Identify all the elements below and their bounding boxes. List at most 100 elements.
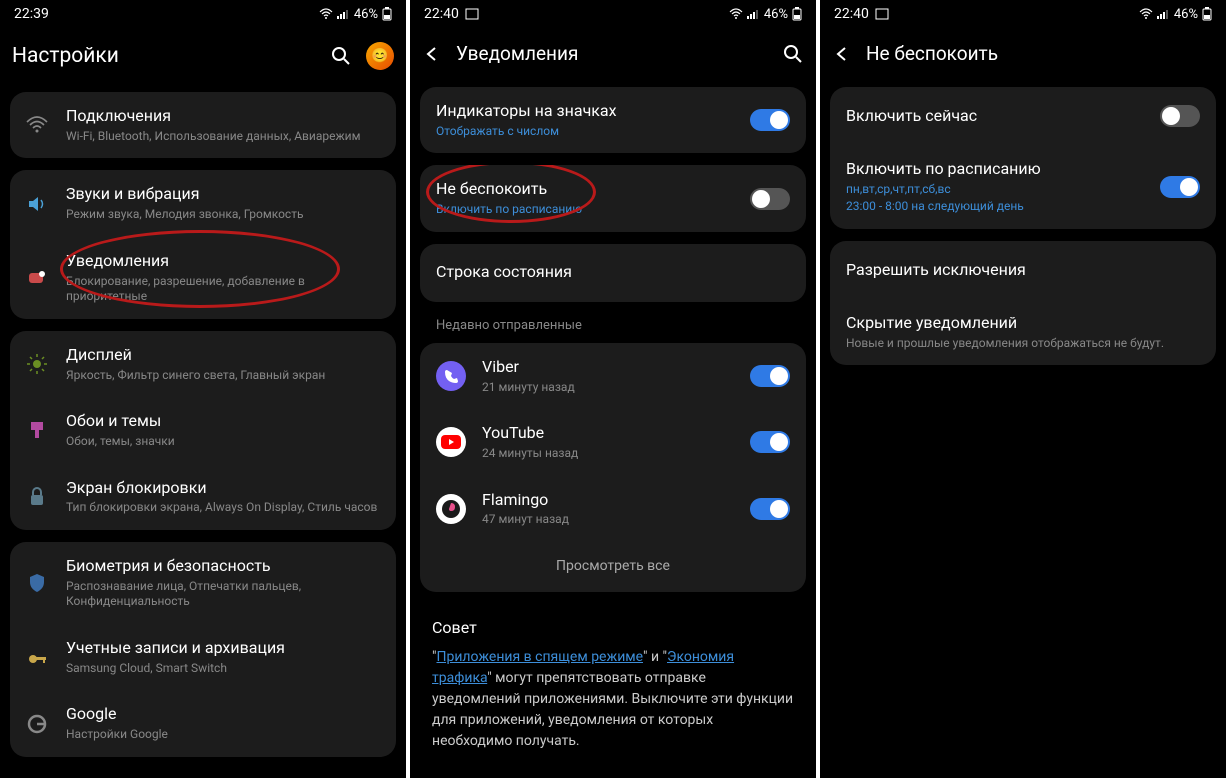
- label: Подключения: [66, 106, 380, 127]
- app-sub: 21 минуту назад: [482, 380, 734, 396]
- app-name: Viber: [482, 357, 734, 378]
- label: Учетные записи и архивация: [66, 638, 380, 659]
- label: Разрешить исключения: [846, 260, 1200, 281]
- tip-link-sleep[interactable]: Приложения в спящем режиме: [436, 649, 643, 665]
- status-right: 46%: [729, 7, 802, 22]
- tip-title: Совет: [432, 618, 794, 637]
- row-enable-now[interactable]: Включить сейчас: [830, 87, 1216, 145]
- row-notifications[interactable]: УведомленияБлокирование, разрешение, доб…: [10, 237, 396, 319]
- group-sound-notif: Звуки и вибрацияРежим звука, Мелодия зво…: [10, 170, 396, 318]
- label: Дисплей: [66, 345, 380, 366]
- row-hide-notifications[interactable]: Скрытие уведомленийНовые и прошлые уведо…: [830, 299, 1216, 365]
- label: Скрытие уведомлений: [846, 313, 1200, 334]
- app-name: Flamingo: [482, 490, 734, 511]
- group-statusbar: Строка состояния: [420, 244, 806, 302]
- sub: Samsung Cloud, Smart Switch: [66, 661, 380, 677]
- signal-icon: [336, 8, 350, 20]
- sub: Блокирование, разрешение, добавление в п…: [66, 274, 380, 305]
- row-app-youtube[interactable]: YouTube 24 минуты назад: [420, 409, 806, 475]
- tip-body: "Приложения в спящем режиме" и "Экономия…: [432, 647, 794, 752]
- battery-icon: [792, 7, 802, 21]
- battery-text: 46%: [354, 7, 378, 22]
- wifi-icon: [729, 8, 743, 20]
- row-google[interactable]: Google Настройки Google: [10, 690, 396, 756]
- group-indicators: Индикаторы на значкахОтображать с числом: [420, 87, 806, 153]
- sub: Обои, темы, значки: [66, 434, 380, 450]
- shield-icon: [24, 570, 50, 596]
- label: Биометрия и безопасность: [66, 556, 380, 577]
- label: Не беспокоить: [436, 179, 734, 200]
- row-lockscreen[interactable]: Экран блокировкиТип блокировки экрана, A…: [10, 464, 396, 530]
- row-app-viber[interactable]: Viber 21 минуту назад: [420, 343, 806, 409]
- status-icons: [1139, 8, 1170, 20]
- toggle-youtube[interactable]: [750, 431, 790, 453]
- app-sub: 24 минуты назад: [482, 446, 734, 462]
- screen-notifications: 22:40 46% Уведомления Индикаторы на знач…: [410, 0, 816, 778]
- row-sounds[interactable]: Звуки и вибрацияРежим звука, Мелодия зво…: [10, 170, 396, 236]
- search-icon[interactable]: [330, 45, 352, 67]
- sub: Включить по расписанию: [436, 202, 734, 218]
- row-badge-indicators[interactable]: Индикаторы на значкахОтображать с числом: [420, 87, 806, 153]
- paint-icon: [24, 417, 50, 443]
- avatar[interactable]: 😊: [366, 42, 394, 70]
- row-display[interactable]: Дисплей Яркость, Фильтр синего света, Гла…: [10, 331, 396, 397]
- search-icon[interactable]: [782, 43, 804, 65]
- status-time: 22:40: [424, 6, 459, 22]
- toggle-viber[interactable]: [750, 365, 790, 387]
- sound-icon: [24, 191, 50, 217]
- row-connections[interactable]: Подключения Wi-Fi, Bluetooth, Использован…: [10, 92, 396, 158]
- toggle-enable-now[interactable]: [1160, 105, 1200, 127]
- wifi-icon: [24, 112, 50, 138]
- toggle-indicators[interactable]: [750, 109, 790, 131]
- row-app-flamingo[interactable]: Flamingo47 минут назад: [420, 476, 806, 542]
- toggle-dnd[interactable]: [750, 188, 790, 210]
- app-sub: 47 минут назад: [482, 512, 734, 528]
- header: Не беспокоить: [820, 28, 1226, 81]
- recent-header: Недавно отправленные: [410, 308, 816, 337]
- battery-text: 46%: [764, 7, 788, 22]
- row-dnd[interactable]: Не беспокоить Включить по расписанию: [420, 165, 806, 231]
- lock-icon: [24, 484, 50, 510]
- back-icon[interactable]: [832, 44, 852, 64]
- sub: Яркость, Фильтр синего света, Главный эк…: [66, 368, 380, 384]
- toggle-schedule[interactable]: [1160, 176, 1200, 198]
- row-biometrics[interactable]: Биометрия и безопасностьРаспознавание ли…: [10, 542, 396, 624]
- battery-icon: [382, 7, 392, 21]
- row-schedule[interactable]: Включить по расписанию пн,вт,ср,чт,пт,сб…: [830, 145, 1216, 229]
- status-icons: [729, 8, 760, 20]
- wifi-icon: [319, 8, 333, 20]
- flamingo-icon: [436, 494, 466, 524]
- header: Уведомления: [410, 28, 816, 81]
- brightness-icon: [24, 351, 50, 377]
- status-time: 22:39: [14, 6, 49, 22]
- viber-icon: [436, 361, 466, 391]
- app-name: YouTube: [482, 423, 734, 444]
- status-icons: [319, 8, 350, 20]
- sub-time: 23:00 - 8:00 на следующий день: [846, 199, 1144, 215]
- label: Google: [66, 704, 380, 725]
- row-accounts[interactable]: Учетные записи и архивация Samsung Cloud,…: [10, 624, 396, 690]
- group-recent-apps: Viber 21 минуту назад YouTube 24 минуты на…: [420, 343, 806, 592]
- label: Включить сейчас: [846, 106, 1144, 127]
- group-connections: Подключения Wi-Fi, Bluetooth, Использован…: [10, 92, 396, 158]
- notifications-icon: [24, 265, 50, 291]
- sub: Тип блокировки экрана, Always On Display…: [66, 500, 380, 516]
- row-wallpaper[interactable]: Обои и темыОбои, темы, значки: [10, 397, 396, 463]
- group-options: Разрешить исключения Скрытие уведомлений…: [830, 241, 1216, 365]
- status-right: 46%: [1139, 7, 1212, 22]
- label: Экран блокировки: [66, 478, 380, 499]
- back-icon[interactable]: [422, 44, 442, 64]
- sub: Настройки Google: [66, 727, 380, 743]
- label: Строка состояния: [436, 262, 790, 283]
- label: Звуки и вибрация: [66, 184, 380, 205]
- screen-settings: 22:39 46% Настройки 😊 Подключения Wi-Fi, …: [0, 0, 406, 778]
- toggle-flamingo[interactable]: [750, 498, 790, 520]
- page-title: Настройки: [12, 44, 316, 68]
- sub: Wi-Fi, Bluetooth, Использование данных, …: [66, 129, 380, 145]
- statusbar: 22:40 46%: [820, 0, 1226, 28]
- view-all-button[interactable]: Просмотреть все: [420, 542, 806, 592]
- sub: Распознавание лица, Отпечатки пальцев, К…: [66, 579, 380, 610]
- row-exceptions[interactable]: Разрешить исключения: [830, 241, 1216, 299]
- screen-dnd: 22:40 46% Не беспокоить Включить сейчас …: [820, 0, 1226, 778]
- row-statusbar[interactable]: Строка состояния: [420, 244, 806, 302]
